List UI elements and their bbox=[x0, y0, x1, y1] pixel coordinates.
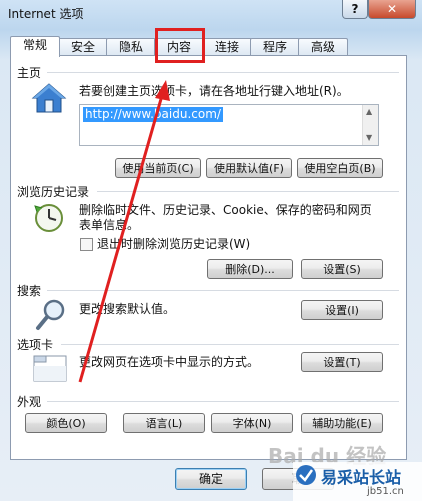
tab-general[interactable]: 常规 bbox=[10, 36, 60, 57]
annotation-arrow bbox=[78, 80, 170, 383]
site-logo-icon bbox=[296, 465, 316, 485]
site-watermark-panel: 易采站长站 jb51.cn bbox=[293, 462, 422, 501]
site-url-watermark: jb51.cn bbox=[367, 486, 404, 497]
site-watermark: 易采站长站 bbox=[321, 468, 402, 487]
